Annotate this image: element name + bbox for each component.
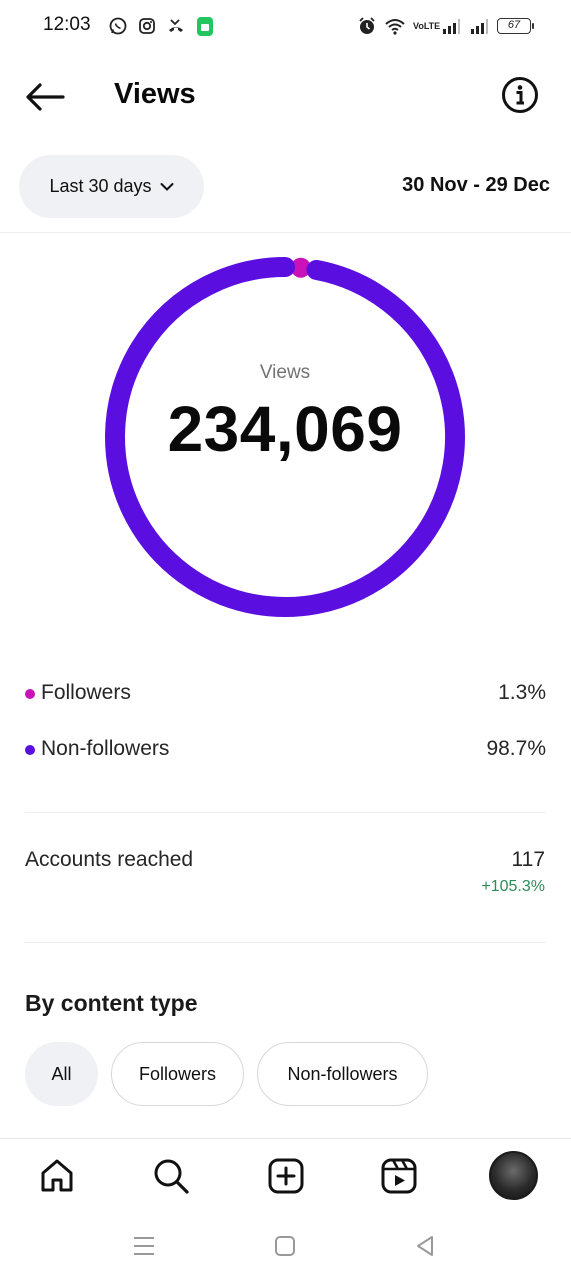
divider	[25, 942, 546, 943]
chevron-down-icon	[160, 182, 174, 191]
views-total: 234,069	[167, 393, 403, 465]
alarm-icon	[359, 17, 375, 34]
date-range-dropdown-label: Last 30 days	[49, 176, 152, 196]
page-title: Views	[114, 78, 196, 110]
divider	[0, 232, 571, 233]
accounts-reached-change: +105.3%	[481, 878, 545, 895]
whatsapp-icon	[109, 17, 127, 35]
system-status-icons: VoLTE 67	[357, 14, 534, 38]
home-square-icon	[275, 1236, 295, 1256]
date-range-dropdown[interactable]: Last 30 days	[19, 155, 204, 218]
missed-call-icon	[169, 19, 183, 32]
content-type-title: By content type	[25, 990, 198, 1016]
home-icon	[41, 1159, 73, 1192]
views-donut-chart: Views 234,069	[100, 252, 470, 622]
menu-icon	[134, 1237, 154, 1255]
breakdown-value: 98.7%	[486, 737, 546, 760]
nav-search-button[interactable]	[148, 1153, 194, 1199]
chip-followers[interactable]: Followers	[111, 1042, 244, 1106]
search-icon	[154, 1159, 189, 1194]
breakdown-label: Followers	[41, 681, 131, 704]
system-navigation-bar	[0, 1215, 571, 1280]
date-range-text: 30 Nov - 29 Dec	[402, 174, 550, 196]
back-button[interactable]	[22, 74, 68, 120]
status-time: 12:03	[43, 14, 91, 35]
reels-icon	[381, 1158, 417, 1194]
breakdown-label: Non-followers	[41, 737, 170, 760]
signal-1-icon	[443, 19, 460, 34]
breakdown-row-followers: Followers 1.3%	[25, 679, 546, 709]
breakdown-value: 1.3%	[498, 681, 546, 704]
nav-create-button[interactable]	[263, 1153, 309, 1199]
signal-2-icon	[471, 19, 488, 34]
header: Views	[0, 60, 571, 132]
system-menu-button[interactable]	[129, 1231, 159, 1261]
battery-indicator: 67	[497, 18, 534, 34]
volte-indicator: VoLTE	[413, 20, 441, 31]
status-bar: 12:03 VoLTE 67	[0, 0, 571, 50]
system-home-button[interactable]	[270, 1231, 300, 1261]
app-notification-icon	[197, 17, 213, 36]
followers-dot	[25, 689, 35, 699]
chip-all[interactable]: All	[25, 1042, 98, 1106]
arrow-left-icon	[26, 83, 65, 111]
info-icon	[502, 77, 538, 113]
system-back-button[interactable]	[410, 1231, 440, 1261]
bottom-nav	[0, 1139, 571, 1215]
notification-icons	[108, 14, 215, 38]
chip-non-followers[interactable]: Non-followers	[257, 1042, 428, 1106]
instagram-icon	[139, 18, 155, 34]
nav-home-button[interactable]	[34, 1153, 80, 1199]
breakdown-row-non-followers: Non-followers 98.7%	[25, 735, 546, 765]
nav-reels-button[interactable]	[376, 1153, 422, 1199]
create-icon	[268, 1158, 304, 1194]
info-button[interactable]	[501, 76, 539, 114]
wifi-icon	[385, 19, 405, 35]
non-followers-dot	[25, 745, 35, 755]
donut-label: Views	[259, 362, 311, 383]
accounts-reached-value: 117	[511, 848, 545, 871]
accounts-reached-label[interactable]: Accounts reached	[25, 848, 193, 872]
divider	[25, 812, 546, 813]
profile-avatar[interactable]	[489, 1151, 538, 1200]
back-triangle-icon	[417, 1236, 433, 1256]
